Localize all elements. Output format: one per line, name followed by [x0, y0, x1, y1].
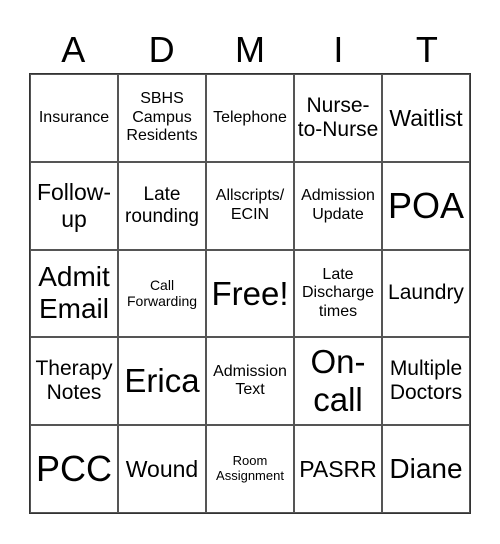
bingo-cell[interactable]: Multiple Doctors	[382, 337, 470, 426]
bingo-cell[interactable]: Admission Text	[206, 337, 294, 426]
header-letter: I	[333, 29, 344, 70]
bingo-cell[interactable]: POA	[382, 161, 470, 250]
bingo-cell[interactable]: PASRR	[294, 425, 382, 513]
bingo-cell[interactable]: Room Assignment	[206, 425, 294, 513]
free-space-cell[interactable]: Free!	[206, 249, 294, 338]
header-letter: D	[148, 29, 175, 70]
bingo-cell[interactable]: PCC	[30, 425, 118, 513]
bingo-cell[interactable]: Allscripts/ ECIN	[206, 161, 294, 250]
bingo-cell[interactable]: Follow-up	[30, 161, 118, 250]
bingo-cell[interactable]: Insurance	[30, 74, 118, 162]
bingo-cell[interactable]: Call Forwarding	[118, 249, 206, 338]
bingo-cell[interactable]: Therapy Notes	[30, 337, 118, 426]
bingo-cell[interactable]: Wound	[118, 425, 206, 513]
bingo-cell[interactable]: Admission Update	[294, 161, 382, 250]
bingo-grid: Insurance SBHS Campus Residents Telephon…	[29, 73, 471, 514]
bingo-cell[interactable]: Laundry	[382, 249, 470, 338]
bingo-cell[interactable]: Waitlist	[382, 74, 470, 162]
header-letter: A	[61, 29, 86, 70]
bingo-cell[interactable]: Erica	[118, 337, 206, 426]
header-letter: T	[415, 29, 438, 70]
bingo-cell[interactable]: On-call	[294, 337, 382, 426]
bingo-cell[interactable]: Nurse-to-Nurse	[294, 74, 382, 162]
bingo-cell[interactable]: SBHS Campus Residents	[118, 74, 206, 162]
bingo-cell[interactable]: Late rounding	[118, 161, 206, 250]
bingo-header: A D M I T	[29, 28, 471, 72]
header-letter: M	[235, 29, 266, 70]
bingo-cell[interactable]: Telephone	[206, 74, 294, 162]
bingo-cell[interactable]: Admit Email	[30, 249, 118, 338]
bingo-cell[interactable]: Late Discharge times	[294, 249, 382, 338]
bingo-cell[interactable]: Diane	[382, 425, 470, 513]
